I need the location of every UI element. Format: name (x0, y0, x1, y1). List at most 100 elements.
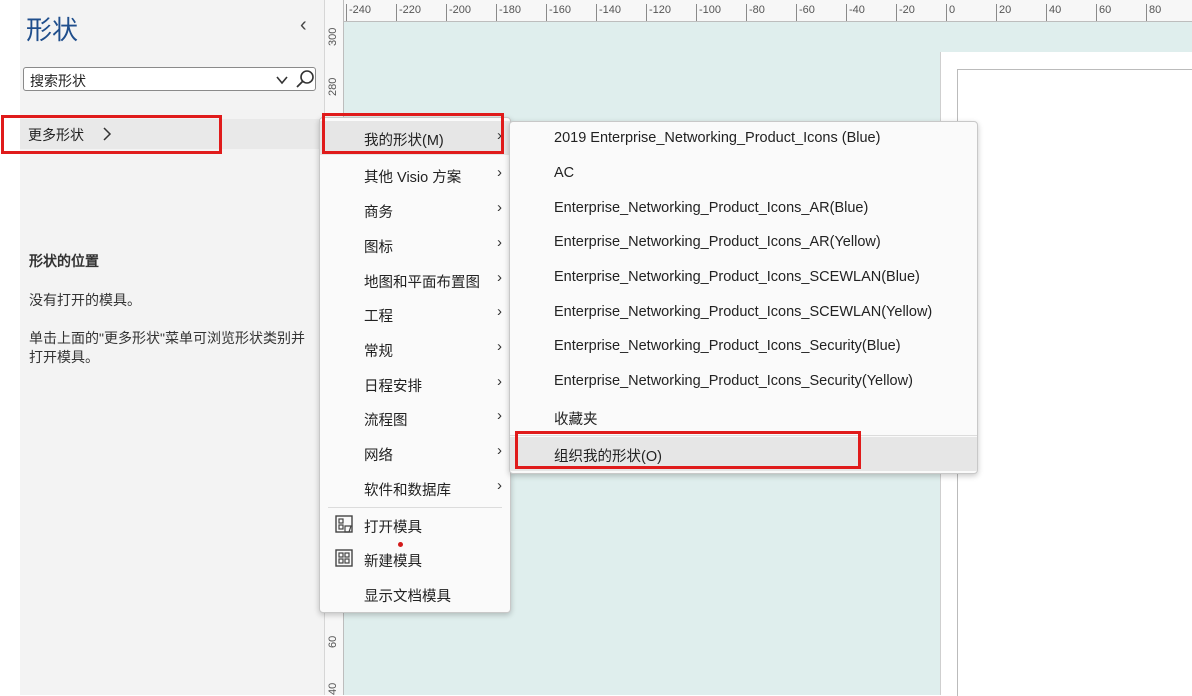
hruler-tick-mark (796, 4, 797, 21)
vruler-tick: 60 (327, 635, 339, 648)
menu-item-label: 其他 Visio 方案 (364, 170, 462, 186)
menu-item-label: 新建模具 (364, 554, 422, 570)
hruler-tick-mark (446, 4, 447, 21)
hruler-tick: 0 (949, 4, 956, 16)
submenu-item-label: Enterprise_Networking_Product_Icons_Secu… (554, 338, 901, 354)
menu-item-maps[interactable]: 地图和平面布置图 › (320, 263, 510, 297)
menu-item-label: 软件和数据库 (364, 483, 451, 499)
hruler-tick: -220 (399, 4, 422, 16)
menu-item-software-db[interactable]: 软件和数据库 › (320, 471, 510, 505)
chevron-right-icon: › (497, 164, 502, 181)
hruler-tick: -60 (799, 4, 815, 16)
chevron-right-icon: › (497, 477, 502, 494)
chevron-right-icon: › (497, 407, 502, 424)
hruler-tick-mark (546, 4, 547, 21)
horizontal-ruler: -240 -220 -200 -180 -160 -140 -120 -100 -80 -60 -4… (344, 0, 1192, 22)
chevron-right-icon: › (497, 127, 502, 144)
menu-item-show-document-stencil[interactable]: 显示文档模具 (320, 577, 510, 611)
cursor-dot (398, 542, 403, 547)
chevron-right-icon: › (497, 234, 502, 251)
chevron-right-icon: › (497, 338, 502, 355)
hruler-tick: -20 (899, 4, 915, 16)
hruler-tick-mark (596, 4, 597, 21)
menu-item-network[interactable]: 网络 › (320, 436, 510, 470)
menu-item-label: 地图和平面布置图 (364, 275, 480, 291)
shapes-pane: 形状 ‹ 搜索形状 更多形状 形状的位置 没有打开的模具。 单击上面的"更多形状… (0, 0, 324, 695)
submenu-item[interactable]: Enterprise_Networking_Product_Icons_Secu… (510, 330, 977, 364)
menu-item-new-stencil[interactable]: 新建模具 (320, 542, 510, 576)
submenu-item[interactable]: Enterprise_Networking_Product_Icons_SCEW… (510, 296, 977, 330)
my-shapes-submenu: 2019 Enterprise_Networking_Product_Icons… (509, 121, 978, 474)
menu-item-other-visio[interactable]: 其他 Visio 方案 › (320, 158, 510, 192)
chevron-right-icon: › (497, 373, 502, 390)
vruler-tick: 300 (327, 27, 339, 46)
menu-item-label: 网络 (364, 448, 393, 464)
hruler-tick: -180 (499, 4, 522, 16)
more-shapes-button[interactable]: 更多形状 (20, 119, 324, 149)
menu-item-schedule[interactable]: 日程安排 › (320, 367, 510, 401)
hruler-tick: 80 (1149, 4, 1162, 16)
submenu-item[interactable]: 2019 Enterprise_Networking_Product_Icons… (510, 122, 977, 156)
chevron-right-icon (103, 127, 112, 141)
menu-item-label: 流程图 (364, 413, 408, 429)
chevron-right-icon: › (497, 303, 502, 320)
hruler-tick: -100 (699, 4, 722, 16)
hruler-tick-mark (846, 4, 847, 21)
hruler-tick: -200 (449, 4, 472, 16)
hruler-tick-mark (1046, 4, 1047, 21)
organize-my-shapes-item[interactable]: 组织我的形状(O) (510, 437, 977, 471)
more-shapes-label: 更多形状 (28, 127, 84, 143)
menu-item-flowchart[interactable]: 流程图 › (320, 401, 510, 435)
hruler-tick: 60 (1099, 4, 1112, 16)
menu-item-label: 打开模具 (364, 520, 422, 536)
submenu-item[interactable]: AC (510, 157, 977, 191)
submenu-item[interactable]: Enterprise_Networking_Product_Icons_SCEW… (510, 261, 977, 295)
menu-item-open-stencil[interactable]: 打开模具 (320, 508, 510, 542)
menu-item-business[interactable]: 商务 › (320, 193, 510, 227)
submenu-item-favorites[interactable]: 收藏夹 (510, 400, 977, 434)
search-icon[interactable] (294, 69, 316, 89)
hruler-tick: 20 (999, 4, 1012, 16)
hruler-tick: 40 (1049, 4, 1062, 16)
collapse-pane-button[interactable]: ‹ (300, 14, 307, 37)
menu-item-label: 常规 (364, 344, 393, 360)
hruler-tick-mark (896, 4, 897, 21)
submenu-item-label: 组织我的形状(O) (554, 449, 662, 465)
hruler-tick-mark (1146, 4, 1147, 21)
menu-separator (510, 435, 977, 436)
no-stencils-text: 没有打开的模具。 (29, 292, 141, 308)
hruler-tick: -80 (749, 4, 765, 16)
hruler-tick-mark (496, 4, 497, 21)
search-input[interactable]: 搜索形状 (30, 71, 86, 91)
vruler-tick: 40 (327, 682, 339, 695)
menu-item-general[interactable]: 常规 › (320, 332, 510, 366)
menu-item-label: 日程安排 (364, 379, 422, 395)
open-stencil-icon (335, 515, 353, 533)
submenu-item[interactable]: Enterprise_Networking_Product_Icons_AR(B… (510, 192, 977, 226)
menu-item-my-shapes[interactable]: 我的形状(M) › (320, 121, 510, 155)
submenu-item[interactable]: Enterprise_Networking_Product_Icons_AR(Y… (510, 226, 977, 260)
vruler-tick: 280 (327, 77, 339, 96)
chevron-right-icon: › (497, 199, 502, 216)
menu-item-label: 图标 (364, 240, 393, 256)
submenu-item-label: AC (554, 165, 575, 181)
more-shapes-menu: 我的形状(M) › 其他 Visio 方案 › 商务 › 图标 › 地图和平面布… (319, 117, 511, 613)
page-margin (957, 69, 1192, 696)
menu-item-label: 显示文档模具 (364, 589, 451, 605)
hruler-tick-mark (996, 4, 997, 21)
hruler-tick-mark (346, 4, 347, 21)
hruler-tick: -240 (349, 4, 372, 16)
submenu-item-label: Enterprise_Networking_Product_Icons_SCEW… (554, 304, 933, 320)
submenu-item[interactable]: Enterprise_Networking_Product_Icons_Secu… (510, 365, 977, 399)
hruler-tick: -120 (649, 4, 672, 16)
hruler-tick: -40 (849, 4, 865, 16)
search-shapes-box[interactable]: 搜索形状 (23, 67, 316, 91)
menu-item-icons[interactable]: 图标 › (320, 228, 510, 262)
pane-edge-strip (0, 0, 20, 695)
stencil-location-heading: 形状的位置 (29, 253, 99, 269)
submenu-item-label: 收藏夹 (554, 412, 598, 428)
menu-item-engineering[interactable]: 工程 › (320, 297, 510, 331)
chevron-down-icon[interactable] (275, 73, 289, 87)
hruler-tick-mark (746, 4, 747, 21)
submenu-item-label: Enterprise_Networking_Product_Icons_Secu… (554, 373, 913, 389)
